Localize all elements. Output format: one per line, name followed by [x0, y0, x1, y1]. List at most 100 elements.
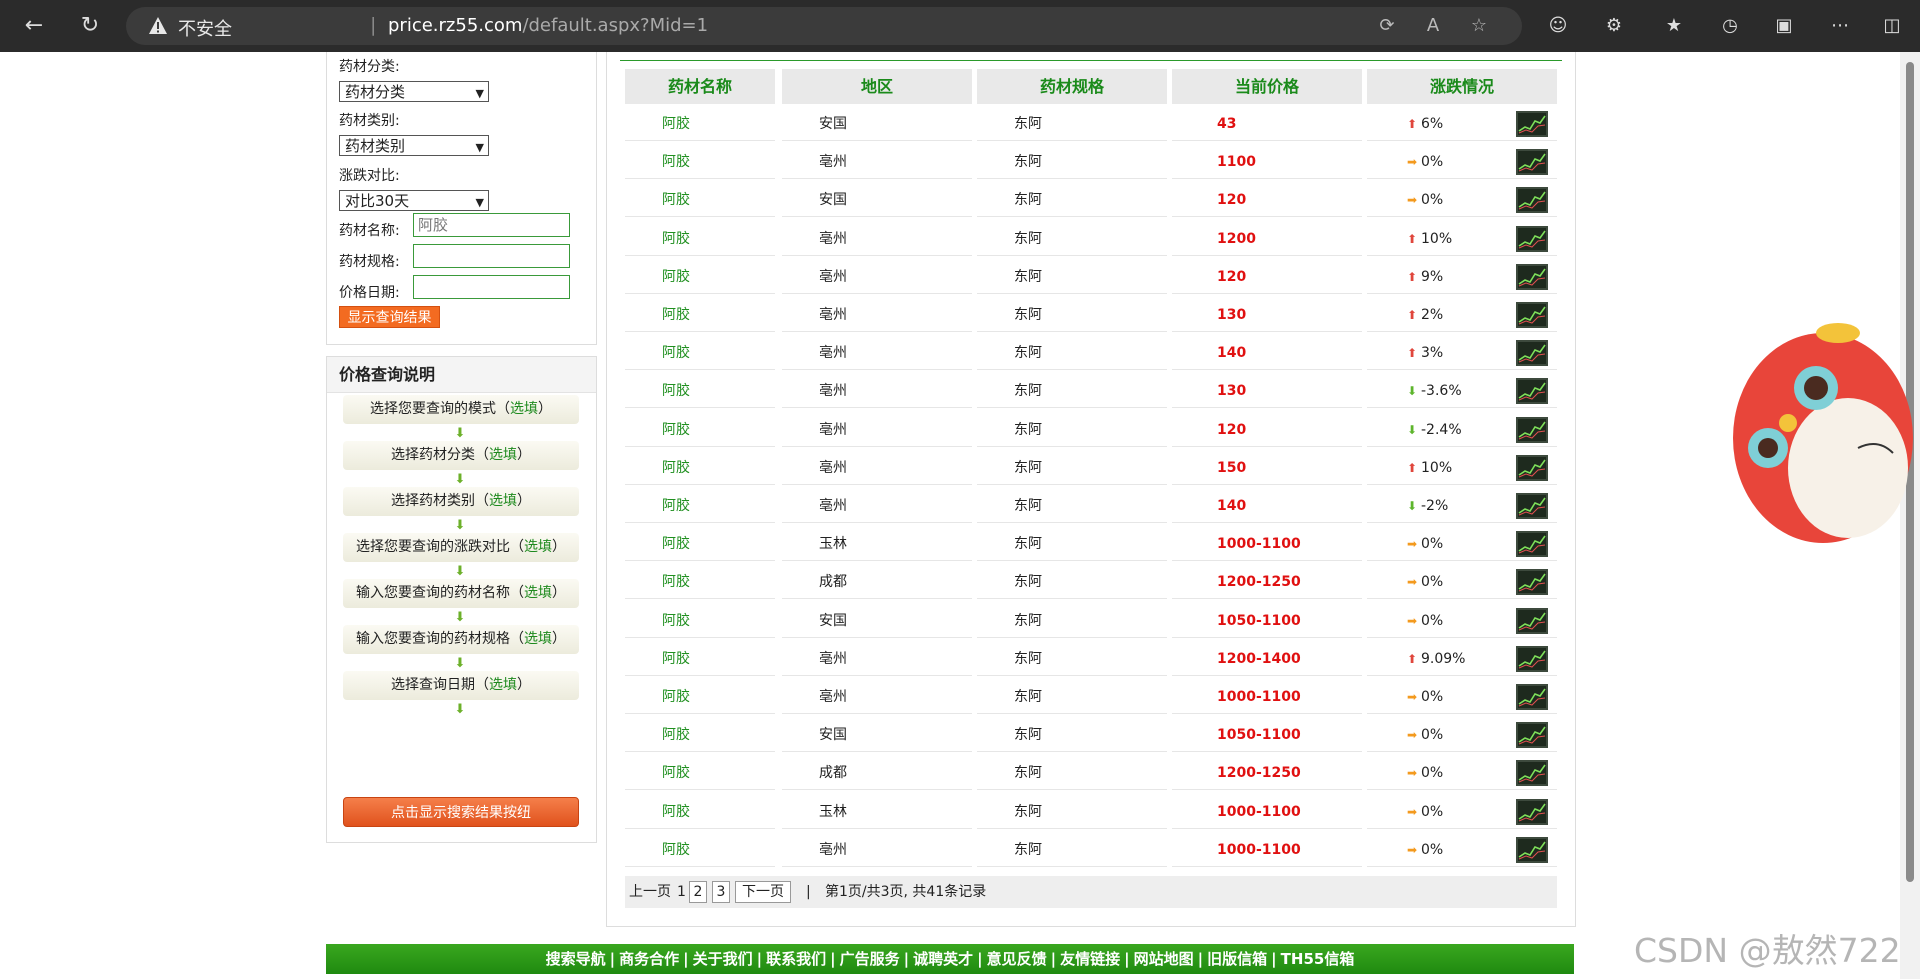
row-herb-name[interactable]: 阿胶 [625, 107, 775, 141]
row-herb-name[interactable]: 阿胶 [625, 795, 775, 829]
price-chart-icon[interactable] [1516, 454, 1548, 481]
page-3-button[interactable]: 3 [712, 881, 730, 903]
row-spec: 东阿 [977, 298, 1167, 332]
footer-link[interactable]: 旧版信箱 [1205, 950, 1269, 968]
row-price: 1000-1100 [1172, 795, 1362, 829]
down-arrow-icon: ⬇ [454, 564, 466, 579]
row-change-percent: 0% [1421, 574, 1444, 591]
row-herb-name[interactable]: 阿胶 [625, 183, 775, 218]
spec-input[interactable] [413, 244, 570, 268]
screenshot-icon[interactable]: ▣ [1770, 12, 1798, 40]
back-arrow-icon[interactable]: ← [18, 10, 50, 42]
footer-link[interactable]: 意见反馈 [985, 950, 1049, 968]
footer-link[interactable]: 联系我们 [764, 950, 828, 968]
down-arrow-icon: ⬇ [454, 518, 466, 533]
row-herb-name[interactable]: 阿胶 [625, 336, 775, 371]
row-herb-name[interactable]: 阿胶 [625, 527, 775, 562]
more-menu-icon[interactable]: ⋯ [1826, 12, 1854, 40]
row-herb-name[interactable]: 阿胶 [625, 451, 775, 485]
footer-separator: | [1050, 950, 1057, 968]
address-bar[interactable]: 不安全 | price.rz55.com/default.aspx?Mid=1 … [126, 7, 1522, 45]
category-select[interactable]: 药材分类 ▼ [339, 81, 489, 102]
price-chart-icon[interactable] [1516, 607, 1548, 634]
price-chart-icon[interactable] [1516, 302, 1548, 328]
url-text[interactable]: price.rz55.com/default.aspx?Mid=1 [388, 15, 708, 36]
footer-separator: | [1124, 950, 1130, 968]
price-chart-icon[interactable] [1516, 111, 1548, 137]
price-chart-icon[interactable] [1516, 531, 1548, 558]
price-chart-icon[interactable] [1516, 340, 1548, 367]
sidebar-toggle-icon[interactable]: ◫ [1878, 12, 1906, 40]
row-change-percent: 0% [1421, 689, 1444, 705]
profile-icon[interactable]: ☺ [1544, 12, 1572, 40]
row-herb-name[interactable]: 阿胶 [625, 145, 775, 180]
next-page-button[interactable]: 下一页 [735, 881, 791, 903]
row-herb-name[interactable]: 阿胶 [625, 680, 775, 714]
row-spec: 东阿 [977, 222, 1167, 256]
row-herb-name[interactable]: 阿胶 [625, 413, 775, 447]
compare-select[interactable]: 对比30天 ▼ [339, 190, 489, 211]
price-chart-icon[interactable] [1516, 645, 1548, 672]
footer-separator: | [1271, 950, 1277, 968]
trend-flat-arrow-icon: ➡ [1406, 537, 1418, 552]
translate-icon[interactable]: ⟳ [1376, 15, 1398, 37]
footer-link[interactable]: 广告服务 [838, 950, 902, 968]
row-area: 亳州 [782, 336, 972, 371]
show-results-button[interactable]: 显示查询结果 [339, 306, 440, 328]
price-chart-icon[interactable] [1516, 493, 1548, 519]
type-select[interactable]: 药材类别 ▼ [339, 135, 489, 156]
price-chart-icon[interactable] [1516, 760, 1548, 787]
row-herb-name[interactable]: 阿胶 [625, 260, 775, 294]
footer-link[interactable]: 搜索导航 [544, 950, 608, 968]
name-input[interactable]: 阿胶 [413, 213, 570, 237]
favorite-star-icon[interactable]: ☆ [1468, 15, 1490, 37]
footer-link[interactable]: 网站地图 [1132, 950, 1196, 968]
price-chart-icon[interactable] [1516, 187, 1548, 214]
favorites-icon[interactable]: ★ [1660, 12, 1688, 40]
footer-link[interactable]: 商务合作 [617, 950, 681, 968]
price-chart-icon[interactable] [1516, 149, 1548, 176]
row-change-percent: 9% [1421, 268, 1444, 285]
extensions-icon[interactable]: ⚙ [1600, 12, 1628, 40]
header-area: 地区 [782, 69, 972, 104]
price-chart-icon[interactable] [1516, 225, 1548, 252]
row-herb-name[interactable]: 阿胶 [625, 489, 775, 523]
row-herb-name[interactable]: 阿胶 [625, 298, 775, 332]
price-chart-icon[interactable] [1516, 263, 1548, 290]
price-chart-icon[interactable] [1516, 378, 1548, 405]
row-area: 亳州 [782, 298, 972, 332]
date-input[interactable] [413, 275, 570, 299]
row-area: 亳州 [782, 451, 972, 485]
row-price: 120 [1172, 413, 1362, 447]
price-chart-icon[interactable] [1516, 684, 1548, 710]
footer-link[interactable]: 诚聘英才 [911, 950, 975, 968]
row-price: 1050-1100 [1172, 604, 1362, 638]
read-aloud-icon[interactable]: A [1422, 15, 1444, 37]
reload-icon[interactable]: ↻ [74, 10, 106, 42]
row-herb-name[interactable]: 阿胶 [625, 604, 775, 638]
price-chart-icon[interactable] [1516, 416, 1548, 443]
price-chart-icon[interactable] [1516, 798, 1548, 825]
prev-page-link[interactable]: 上一页 [629, 876, 671, 908]
row-price: 140 [1172, 489, 1362, 523]
footer-link[interactable]: 友情链接 [1058, 950, 1122, 968]
price-chart-icon[interactable] [1516, 569, 1548, 596]
search-results-button[interactable]: 点击显示搜索结果按纽 [343, 797, 579, 827]
row-herb-name[interactable]: 阿胶 [625, 565, 775, 600]
row-herb-name[interactable]: 阿胶 [625, 642, 775, 676]
row-area: 成都 [782, 756, 972, 791]
row-herb-name[interactable]: 阿胶 [625, 718, 775, 753]
row-herb-name[interactable]: 阿胶 [625, 222, 775, 256]
footer-link[interactable]: TH55信箱 [1279, 950, 1357, 968]
row-herb-name[interactable]: 阿胶 [625, 756, 775, 791]
row-herb-name[interactable]: 阿胶 [625, 374, 775, 409]
pager-divider: | [806, 884, 811, 900]
row-herb-name[interactable]: 阿胶 [625, 833, 775, 867]
row-spec: 东阿 [977, 489, 1167, 523]
history-icon[interactable]: ◷ [1716, 12, 1744, 40]
trend-up-arrow-icon: ⬆ [1406, 269, 1418, 284]
footer-link[interactable]: 关于我们 [691, 950, 755, 968]
page-2-button[interactable]: 2 [689, 881, 707, 903]
price-chart-icon[interactable] [1516, 836, 1548, 863]
price-chart-icon[interactable] [1516, 722, 1548, 749]
